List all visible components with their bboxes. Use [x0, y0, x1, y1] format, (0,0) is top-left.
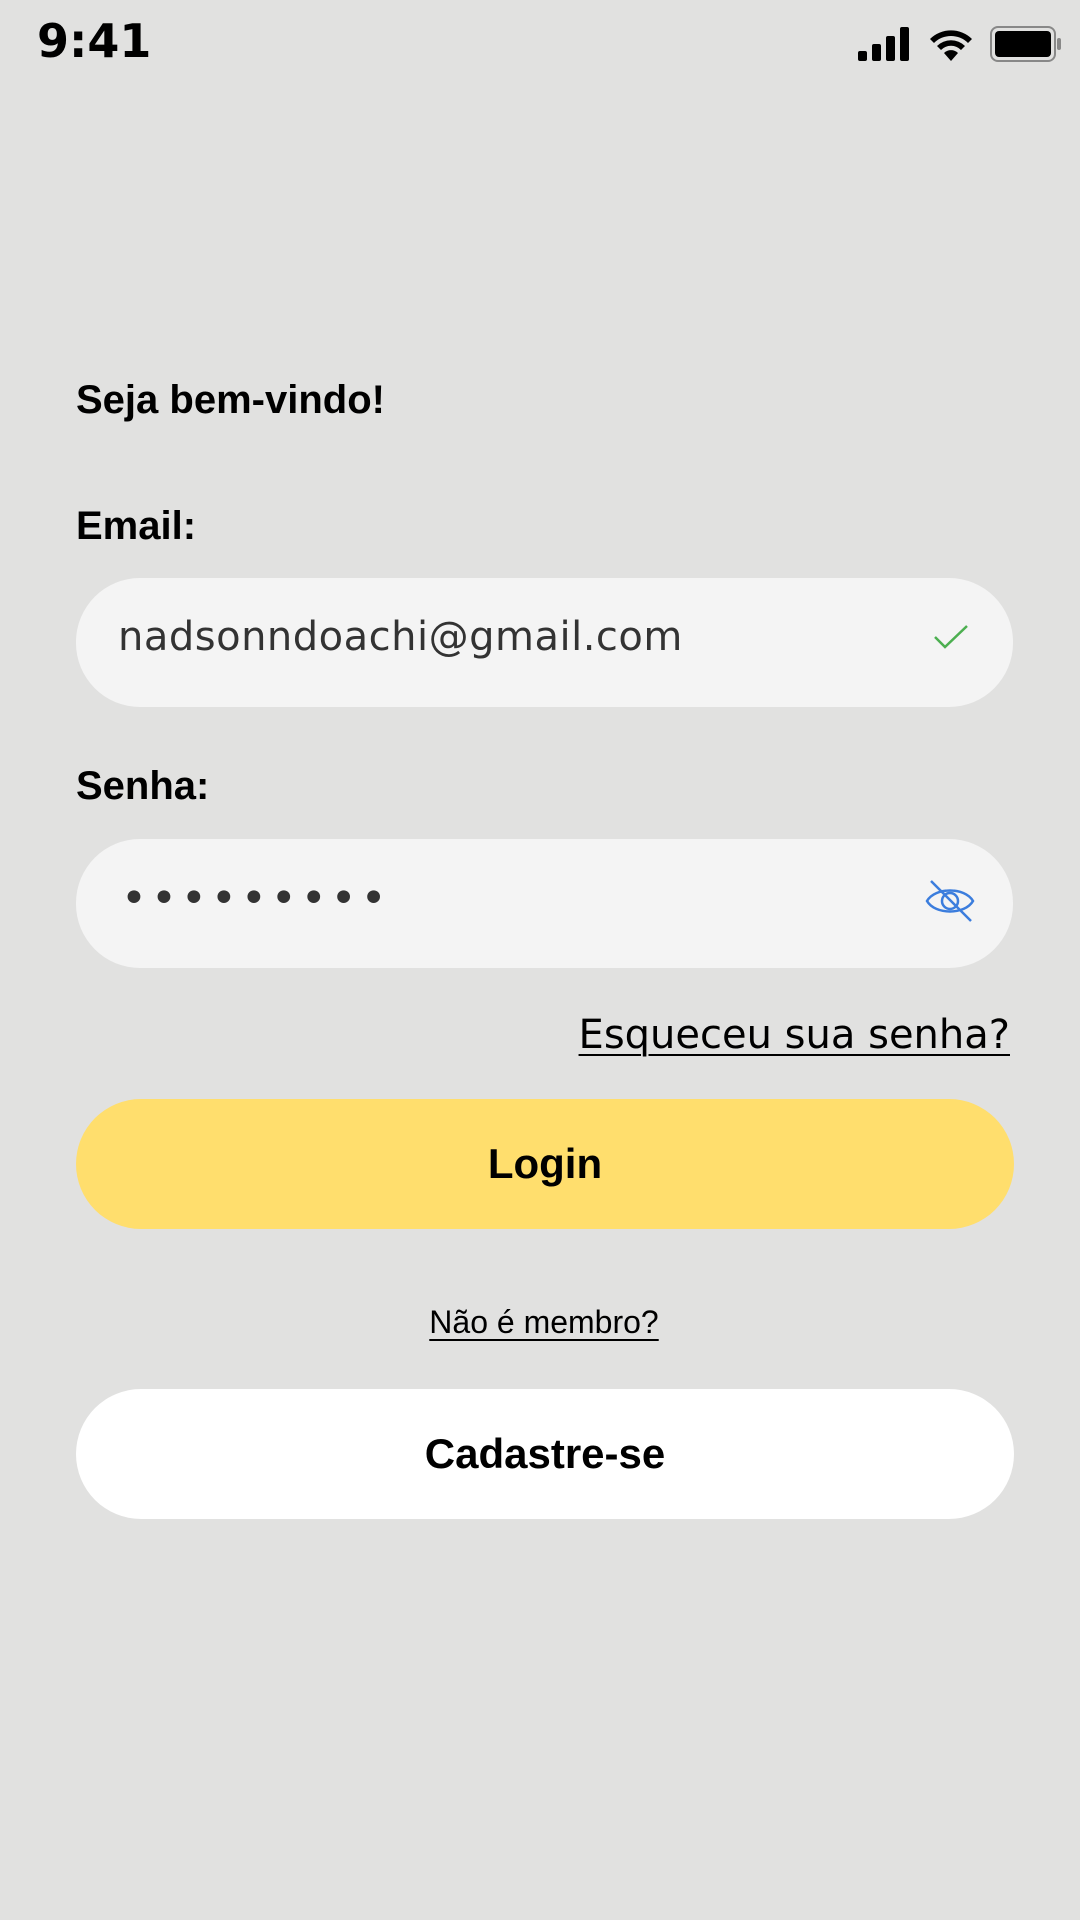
wifi-icon	[928, 27, 974, 61]
welcome-heading: Seja bem-vindo!	[76, 378, 385, 422]
not-member-row: Não é membro?	[0, 1304, 1080, 1341]
email-label: Email:	[76, 504, 197, 548]
not-member-link[interactable]: Não é membro?	[429, 1304, 658, 1340]
login-button[interactable]: Login	[76, 1099, 1014, 1229]
check-icon	[933, 624, 969, 655]
email-field[interactable]: nadsonndoachi@gmail.com	[76, 578, 1013, 707]
status-bar: 9:41	[0, 0, 1080, 90]
status-icons	[858, 24, 1062, 64]
signal-icon	[858, 27, 912, 61]
password-value: •••••••••	[121, 873, 391, 924]
forgot-password-link[interactable]: Esqueceu sua senha?	[579, 1012, 1010, 1058]
eye-off-icon[interactable]	[925, 879, 975, 928]
status-time: 9:41	[37, 14, 152, 68]
password-field[interactable]: •••••••••	[76, 839, 1013, 968]
email-value: nadsonndoachi@gmail.com	[118, 614, 683, 660]
password-label: Senha:	[76, 764, 210, 808]
battery-icon	[990, 26, 1062, 62]
signup-button[interactable]: Cadastre-se	[76, 1389, 1014, 1519]
